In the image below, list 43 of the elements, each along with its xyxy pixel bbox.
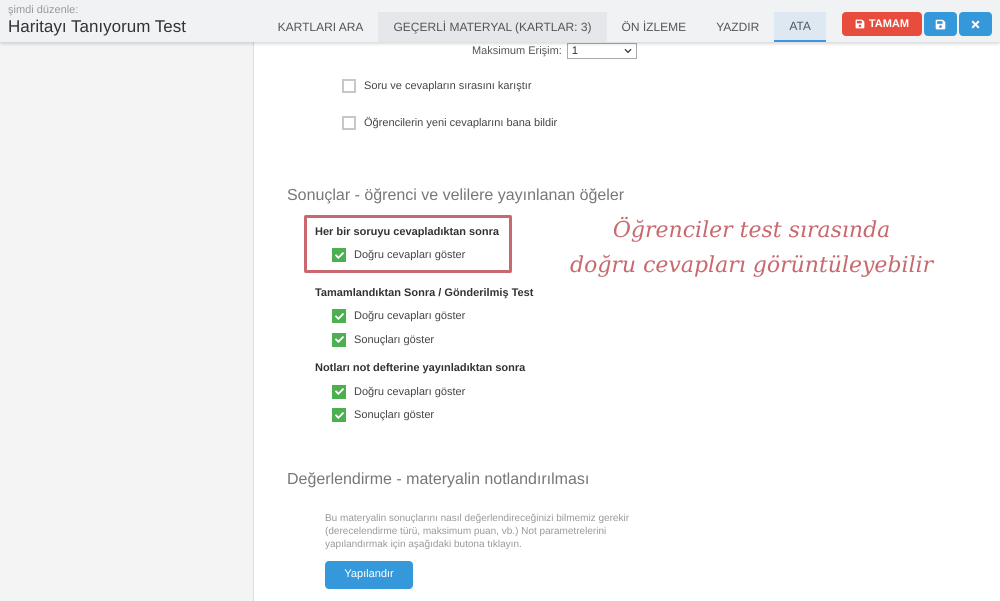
checkbox[interactable] (342, 116, 356, 130)
check-icon (334, 335, 344, 344)
check-icon (334, 312, 344, 321)
done-button[interactable]: TAMAM (842, 12, 922, 36)
edit-subtitle: şimdi düzenle: (8, 4, 80, 16)
checkbox[interactable] (332, 408, 346, 422)
check-icon (334, 410, 344, 420)
option-label: Öğrencilerin yeni cevaplarını bana bildir (364, 116, 558, 131)
max-access-select[interactable]: 1 (566, 43, 637, 60)
check-icon (334, 387, 344, 396)
save-button[interactable] (924, 12, 957, 36)
tab[interactable]: ÖN İZLEME (606, 12, 702, 42)
group-title: Tamamlandıktan Sonra / Gönderilmiş Test (315, 286, 534, 300)
option-label: Doğru cevapları göster (354, 384, 466, 400)
group-title: Notları not defterine yayınladıktan sonra (315, 361, 526, 376)
group-title: Her bir soruyu cevapladıktan sonra (315, 224, 500, 240)
section-heading: Sonuçlar - öğrenci ve velilere yayınlanan öğeler (287, 186, 626, 206)
tab[interactable]: ATA (774, 12, 826, 42)
field-label: Maksimum Erişim: (472, 44, 562, 59)
checkbox[interactable] (332, 384, 346, 399)
check-icon (334, 250, 344, 260)
chevron-icon (624, 47, 632, 56)
checkbox[interactable] (332, 332, 346, 347)
checkbox[interactable] (332, 309, 346, 324)
tab[interactable]: YAZDIR (701, 12, 774, 42)
option-label: Sonuçları göster (354, 332, 434, 348)
handwritten-note: doğru cevapları görüntüleyebilir (570, 252, 934, 280)
close-button[interactable] (959, 12, 992, 36)
handwritten-note: Öğrenciler test sırasında (612, 216, 890, 245)
document-title: Haritayı Tanıyorum Test (8, 16, 186, 37)
tab[interactable]: GEÇERLİ MATERYAL (KARTLAR: 3) (378, 12, 606, 42)
tab[interactable]: KARTLARI ARA (262, 12, 378, 42)
grading-description: Bu materyalin sonuçlarını nasıl değerlendireceğinizi bilmemiz gerekir (derecelendirme türü, maksimum puan, vb.) Not parametrelerini yapılandırmak için aşağıdaki butona tıklayın. (325, 512, 630, 550)
section-heading: Değerlendirme - materyalin notlandırılması (287, 470, 590, 490)
save-icon (935, 18, 946, 30)
option-label: Doğru cevapları göster (354, 248, 466, 263)
option-label: Doğru cevapları göster (354, 309, 466, 324)
option-label: Sonuçları göster (354, 408, 434, 423)
checkbox[interactable] (342, 78, 356, 93)
save-icon (854, 19, 865, 29)
checkbox[interactable] (332, 248, 346, 262)
option-label: Soru ve cevapların sırasını karıştır (364, 78, 532, 94)
close-icon (970, 18, 981, 30)
